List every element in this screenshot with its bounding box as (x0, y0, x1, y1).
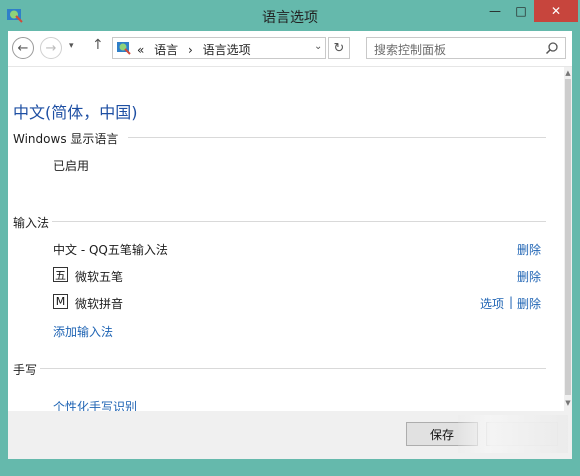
content-pane: 中文(简体，中国) Windows 显示语言 已启用 输入法 中文 - QQ五笔… (8, 67, 564, 411)
link-separator: | (509, 295, 514, 309)
vertical-scrollbar[interactable]: ▲ ▼ (564, 67, 572, 411)
blur-overlay (458, 415, 568, 453)
remove-microsoft-pinyin-link[interactable]: 删除 (517, 295, 541, 312)
minimize-button[interactable]: — (482, 0, 508, 22)
recent-locations-dropdown[interactable]: ▾ (69, 41, 74, 51)
maximize-button[interactable]: □ (508, 0, 534, 22)
remove-microsoft-wubi-link[interactable]: 删除 (517, 268, 541, 285)
input-methods-label: 输入法 (13, 216, 50, 230)
control-panel-icon (117, 42, 131, 55)
back-button[interactable]: ← (12, 37, 34, 59)
breadcrumb-item-language-options[interactable]: 语言选项 (203, 43, 251, 57)
section-divider (128, 137, 546, 138)
address-bar[interactable]: « 语言 › 语言选项 ⌄ (112, 37, 326, 59)
handwriting-label: 手写 (13, 363, 38, 377)
search-box[interactable]: 搜索控制面板 (366, 37, 566, 59)
breadcrumb-item-language[interactable]: 语言 (154, 43, 178, 57)
scroll-down-arrow-icon[interactable]: ▼ (564, 399, 572, 407)
footer-bar: 保存 (8, 411, 572, 459)
breadcrumb-separator[interactable]: › (188, 43, 193, 57)
input-method-qq-wubi: 中文 - QQ五笔输入法 (53, 243, 168, 257)
close-button[interactable]: ✕ (534, 0, 578, 22)
language-options-window: 语言选项 — □ ✕ ← → ▾ ↑ « 语言 › 语言选项 ⌄ ↻ 搜索控制面… (0, 0, 580, 476)
section-divider (40, 368, 546, 369)
search-input[interactable]: 搜索控制面板 (374, 41, 446, 58)
pinyin-options-link[interactable]: 选项 (480, 295, 504, 312)
input-method-microsoft-wubi: 微软五笔 (75, 270, 124, 284)
display-language-label: Windows 显示语言 (13, 132, 119, 146)
title-bar: 语言选项 — □ ✕ (0, 0, 580, 31)
display-language-status: 已启用 (53, 159, 90, 173)
up-button[interactable]: ↑ (92, 37, 104, 53)
breadcrumb: « 语言 › 语言选项 (137, 41, 257, 58)
breadcrumb-overflow[interactable]: « (137, 43, 144, 57)
section-divider (52, 221, 546, 222)
add-input-method-link[interactable]: 添加输入法 (53, 323, 113, 340)
forward-button[interactable]: → (40, 37, 62, 59)
personalize-handwriting-link[interactable]: 个性化手写识别 (53, 398, 137, 411)
scroll-up-arrow-icon[interactable]: ▲ (564, 69, 572, 77)
address-dropdown[interactable]: ⌄ (314, 41, 322, 52)
page-title: 中文(简体，中国) (13, 103, 138, 122)
navigation-bar: ← → ▾ ↑ « 语言 › 语言选项 ⌄ ↻ 搜索控制面板 (8, 31, 572, 67)
search-icon[interactable] (545, 41, 559, 55)
pinyin-ime-icon: M (53, 294, 68, 309)
refresh-button[interactable]: ↻ (328, 37, 350, 59)
scrollbar-thumb[interactable] (565, 79, 571, 395)
wubi-ime-icon: 五 (53, 267, 68, 282)
input-method-microsoft-pinyin: 微软拼音 (75, 297, 124, 311)
remove-qq-wubi-link[interactable]: 删除 (517, 241, 541, 258)
